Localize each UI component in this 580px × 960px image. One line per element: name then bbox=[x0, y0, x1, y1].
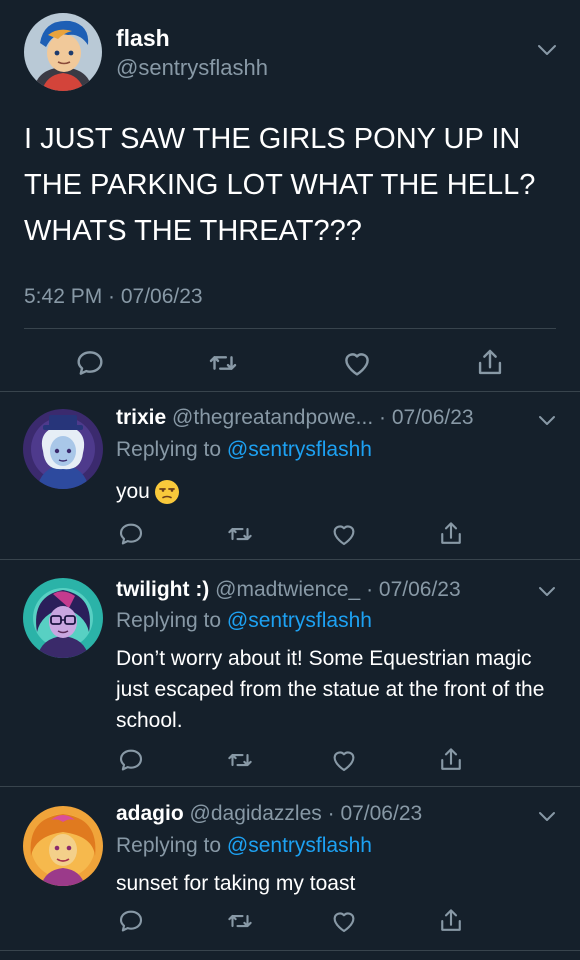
reply-icon[interactable] bbox=[73, 346, 107, 380]
reply-icon[interactable] bbox=[116, 906, 146, 936]
chevron-down-icon[interactable] bbox=[537, 414, 557, 428]
mention-link[interactable]: @sentrysflashh bbox=[227, 609, 372, 632]
display-name[interactable]: twilight :) bbox=[116, 578, 209, 601]
reply-tweet[interactable]: trixie @thegreatandpowe... · 07/06/23 Re… bbox=[0, 392, 580, 560]
flash-avatar-icon bbox=[24, 13, 102, 91]
adagio-avatar-icon bbox=[23, 806, 103, 886]
share-icon[interactable] bbox=[436, 906, 466, 936]
like-icon[interactable] bbox=[340, 346, 374, 380]
tweet-actions bbox=[0, 906, 580, 940]
replying-prefix: Replying to bbox=[116, 438, 222, 461]
reply-header: twilight :) @madtwience_ · 07/06/23 bbox=[116, 578, 461, 602]
replying-prefix: Replying to bbox=[116, 834, 222, 857]
tweet-date: 07/06/23 bbox=[391, 406, 474, 429]
like-icon[interactable] bbox=[329, 906, 359, 936]
mention-link[interactable]: @sentrysflashh bbox=[227, 438, 372, 461]
like-icon[interactable] bbox=[329, 745, 359, 775]
chevron-down-icon[interactable] bbox=[537, 810, 557, 824]
user-handle[interactable]: @dagidazzles bbox=[190, 802, 322, 825]
divider bbox=[24, 328, 556, 329]
retweet-icon[interactable] bbox=[206, 346, 240, 380]
tweet-text: you bbox=[116, 476, 566, 507]
mention-link[interactable]: @sentrysflashh bbox=[227, 834, 372, 857]
chevron-down-icon[interactable] bbox=[536, 42, 558, 58]
replying-to: Replying to @sentrysflashh bbox=[116, 834, 372, 858]
share-icon[interactable] bbox=[473, 346, 507, 380]
retweet-icon[interactable] bbox=[225, 519, 255, 549]
share-icon[interactable] bbox=[436, 745, 466, 775]
like-icon[interactable] bbox=[329, 519, 359, 549]
user-handle[interactable]: @thegreatandpowe... bbox=[172, 406, 373, 429]
tweet-actions bbox=[0, 519, 580, 553]
avatar[interactable] bbox=[23, 806, 103, 886]
main-tweet: flash @sentrysflashh I JUST SAW THE GIRL… bbox=[0, 0, 580, 392]
user-handle[interactable]: @sentrysflashh bbox=[116, 55, 268, 81]
separator: · bbox=[366, 578, 379, 601]
reply-header: adagio @dagidazzles · 07/06/23 bbox=[116, 802, 422, 826]
reply-icon[interactable] bbox=[116, 745, 146, 775]
tweet-text: I JUST SAW THE GIRLS PONY UP IN THE PARK… bbox=[24, 123, 536, 247]
tweet-actions bbox=[0, 340, 580, 386]
trixie-avatar-icon bbox=[23, 409, 103, 489]
share-icon[interactable] bbox=[436, 519, 466, 549]
display-name[interactable]: flash bbox=[116, 25, 170, 52]
tweet-text: Don’t worry about it! Some Equestrian ma… bbox=[116, 647, 545, 732]
avatar[interactable] bbox=[23, 578, 103, 658]
reply-tweet[interactable]: twilight :) @madtwience_ · 07/06/23 Repl… bbox=[0, 561, 580, 787]
display-name[interactable]: adagio bbox=[116, 802, 184, 825]
tweet-actions bbox=[0, 745, 580, 779]
retweet-icon[interactable] bbox=[225, 906, 255, 936]
display-name[interactable]: trixie bbox=[116, 406, 166, 429]
reply-tweet[interactable]: adagio @dagidazzles · 07/06/23 Replying … bbox=[0, 788, 580, 951]
tweet-text-content: you bbox=[116, 480, 150, 503]
separator: · bbox=[327, 802, 341, 825]
avatar[interactable] bbox=[24, 13, 102, 91]
unamused-face-emoji-icon bbox=[154, 479, 180, 505]
tweet-date: 07/06/23 bbox=[340, 802, 423, 825]
twilight-avatar-icon bbox=[23, 578, 103, 658]
chevron-down-icon[interactable] bbox=[537, 585, 557, 599]
replying-to: Replying to @sentrysflashh bbox=[116, 438, 372, 462]
separator: · bbox=[379, 406, 392, 429]
reply-icon[interactable] bbox=[116, 519, 146, 549]
retweet-icon[interactable] bbox=[225, 745, 255, 775]
reply-header: trixie @thegreatandpowe... · 07/06/23 bbox=[116, 406, 474, 430]
replying-prefix: Replying to bbox=[116, 609, 222, 632]
tweet-text: sunset for taking my toast bbox=[116, 872, 356, 895]
user-handle[interactable]: @madtwience_ bbox=[215, 578, 360, 601]
avatar[interactable] bbox=[23, 409, 103, 489]
tweet-timestamp: 5:42 PM · 07/06/23 bbox=[24, 285, 203, 308]
replying-to: Replying to @sentrysflashh bbox=[116, 609, 372, 633]
tweet-date: 07/06/23 bbox=[378, 578, 461, 601]
